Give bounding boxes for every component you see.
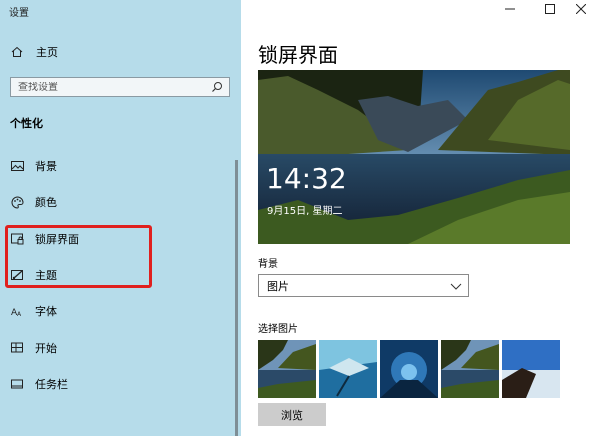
sidebar-item-label: 背景	[35, 160, 57, 173]
sidebar-item-home-label: 主页	[36, 46, 58, 59]
sidebar-item-background[interactable]: 背景	[10, 158, 57, 174]
sidebar-item-label: 开始	[35, 342, 57, 355]
search-icon[interactable]	[211, 81, 223, 93]
minimize-icon	[505, 8, 515, 10]
sidebar-item-colors[interactable]: 颜色	[10, 194, 57, 210]
sidebar-item-home[interactable]: 主页	[10, 44, 58, 60]
lock-screen-preview: 14:32 9月15日, 星期二	[258, 70, 570, 244]
close-button[interactable]	[574, 2, 588, 16]
svg-text:A: A	[17, 311, 22, 317]
sidebar-item-taskbar[interactable]: 任务栏	[10, 376, 68, 392]
highlight-annotation	[5, 225, 152, 288]
close-icon	[576, 4, 586, 14]
background-select-value: 图片	[267, 279, 289, 293]
thumbnail-lake-mountains[interactable]	[258, 340, 316, 398]
font-icon: AA	[10, 304, 24, 318]
chevron-down-icon	[450, 283, 462, 290]
background-select[interactable]: 图片	[258, 274, 469, 297]
thumbnail-underwater-ray[interactable]	[319, 340, 377, 398]
palette-icon	[10, 195, 24, 209]
preview-date: 9月15日, 星期二	[267, 206, 343, 217]
choose-picture-label: 选择图片	[258, 324, 298, 335]
background-picture-icon	[10, 159, 24, 173]
minimize-button[interactable]	[503, 2, 517, 16]
taskbar-icon	[10, 377, 24, 391]
sidebar-item-start[interactable]: 开始	[10, 340, 57, 356]
browse-button[interactable]: 浏览	[258, 403, 326, 426]
sidebar-item-label: 颜色	[35, 196, 57, 209]
start-menu-icon	[10, 341, 24, 355]
sidebar-scrollbar[interactable]	[235, 160, 238, 436]
thumbnail-coast-sky[interactable]	[502, 340, 560, 398]
maximize-button[interactable]	[543, 2, 557, 16]
search-box[interactable]	[10, 77, 230, 97]
app-title: 设置	[9, 8, 29, 19]
preview-time: 14:32	[266, 162, 347, 195]
sidebar-item-label: 任务栏	[35, 378, 68, 391]
sidebar-item-fonts[interactable]: AA 字体	[10, 303, 58, 319]
main-panel: 锁屏界面 14:32 9月15日, 星期二 背景 图片 选择图片 浏览	[241, 0, 591, 436]
section-title: 个性化	[10, 117, 43, 130]
sidebar: 设置 主页 个性化 背景 颜色 锁屏界面 主题	[0, 0, 241, 436]
thumbnail-lake-mountains-2[interactable]	[441, 340, 499, 398]
picture-thumbnails	[258, 340, 563, 398]
background-label: 背景	[258, 259, 278, 270]
sidebar-item-label: 字体	[35, 305, 57, 318]
lock-screen-preview-image	[258, 70, 570, 244]
home-icon	[10, 45, 24, 59]
maximize-icon	[545, 4, 555, 14]
page-title: 锁屏界面	[258, 43, 338, 67]
search-input[interactable]	[18, 81, 208, 93]
thumbnail-ice-cave[interactable]	[380, 340, 438, 398]
